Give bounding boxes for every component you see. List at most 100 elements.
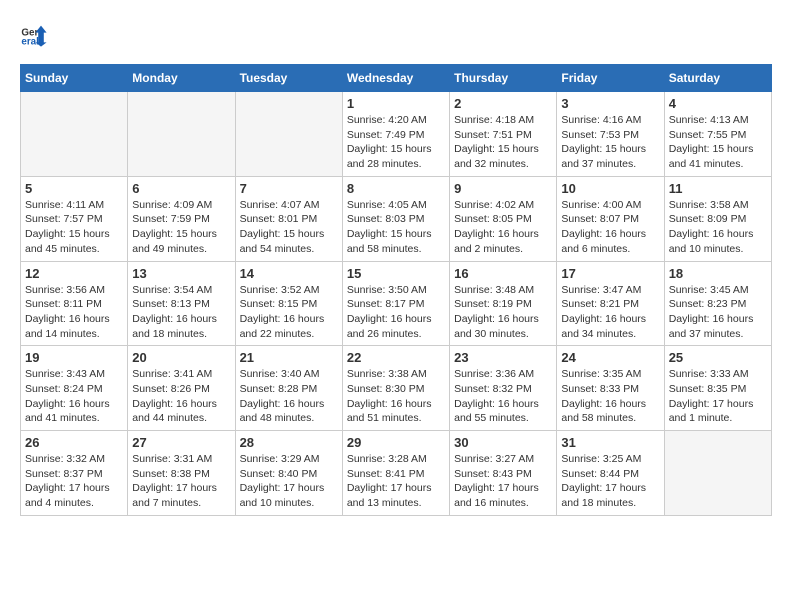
calendar-day-cell: 23 Sunrise: 3:36 AMSunset: 8:32 PMDayligh… — [450, 346, 557, 431]
day-info: Sunrise: 3:27 AMSunset: 8:43 PMDaylight:… — [454, 452, 552, 511]
calendar-table: SundayMondayTuesdayWednesdayThursdayFrid… — [20, 64, 772, 516]
calendar-week-row: 12 Sunrise: 3:56 AMSunset: 8:11 PMDayligh… — [21, 261, 772, 346]
calendar-day-cell: 19Sunrise: 3:43 AMSunset: 8:24 PMDayligh… — [21, 346, 128, 431]
day-number: 13 — [132, 266, 230, 281]
calendar-day-cell: 7 Sunrise: 4:07 AMSunset: 8:01 PMDaylight… — [235, 176, 342, 261]
calendar-day-cell: 22 Sunrise: 3:38 AMSunset: 8:30 PMDayligh… — [342, 346, 449, 431]
day-info: Sunrise: 4:16 AMSunset: 7:53 PMDaylight:… — [561, 113, 659, 172]
calendar-day-cell: 9Sunrise: 4:02 AMSunset: 8:05 PMDaylight… — [450, 176, 557, 261]
day-info: Sunrise: 3:41 AMSunset: 8:26 PMDaylight:… — [132, 367, 230, 426]
calendar-day-cell: 4 Sunrise: 4:13 AMSunset: 7:55 PMDaylight… — [664, 92, 771, 177]
weekday-header-cell: Tuesday — [235, 65, 342, 92]
calendar-day-cell — [21, 92, 128, 177]
day-number: 12 — [25, 266, 123, 281]
day-info: Sunrise: 4:05 AMSunset: 8:03 PMDaylight:… — [347, 198, 445, 257]
calendar-day-cell: 20 Sunrise: 3:41 AMSunset: 8:26 PMDayligh… — [128, 346, 235, 431]
calendar-week-row: 5 Sunrise: 4:11 AMSunset: 7:57 PMDaylight… — [21, 176, 772, 261]
day-info: Sunrise: 3:33 AMSunset: 8:35 PMDaylight:… — [669, 367, 767, 426]
day-info: Sunrise: 3:36 AMSunset: 8:32 PMDaylight:… — [454, 367, 552, 426]
day-number: 7 — [240, 181, 338, 196]
calendar-day-cell: 2 Sunrise: 4:18 AMSunset: 7:51 PMDaylight… — [450, 92, 557, 177]
day-info: Sunrise: 3:31 AMSunset: 8:38 PMDaylight:… — [132, 452, 230, 511]
weekday-header-cell: Friday — [557, 65, 664, 92]
calendar-week-row: 26Sunrise: 3:32 AMSunset: 8:37 PMDayligh… — [21, 431, 772, 516]
calendar-day-cell: 15Sunrise: 3:50 AMSunset: 8:17 PMDayligh… — [342, 261, 449, 346]
calendar-day-cell: 17 Sunrise: 3:47 AMSunset: 8:21 PMDayligh… — [557, 261, 664, 346]
calendar-week-row: 19Sunrise: 3:43 AMSunset: 8:24 PMDayligh… — [21, 346, 772, 431]
day-number: 22 — [347, 350, 445, 365]
day-number: 19 — [25, 350, 123, 365]
day-info: Sunrise: 3:40 AMSunset: 8:28 PMDaylight:… — [240, 367, 338, 426]
day-number: 6 — [132, 181, 230, 196]
day-number: 14 — [240, 266, 338, 281]
day-info: Sunrise: 4:00 AMSunset: 8:07 PMDaylight:… — [561, 198, 659, 257]
calendar-day-cell: 31Sunrise: 3:25 AMSunset: 8:44 PMDayligh… — [557, 431, 664, 516]
calendar-day-cell: 5 Sunrise: 4:11 AMSunset: 7:57 PMDaylight… — [21, 176, 128, 261]
calendar-day-cell — [128, 92, 235, 177]
day-number: 11 — [669, 181, 767, 196]
day-info: Sunrise: 4:18 AMSunset: 7:51 PMDaylight:… — [454, 113, 552, 172]
svg-text:eral: eral — [21, 37, 39, 48]
calendar-day-cell: 1 Sunrise: 4:20 AMSunset: 7:49 PMDaylight… — [342, 92, 449, 177]
day-number: 1 — [347, 96, 445, 111]
day-number: 23 — [454, 350, 552, 365]
day-info: Sunrise: 3:52 AMSunset: 8:15 PMDaylight:… — [240, 283, 338, 342]
calendar-day-cell: 26Sunrise: 3:32 AMSunset: 8:37 PMDayligh… — [21, 431, 128, 516]
calendar-day-cell: 3 Sunrise: 4:16 AMSunset: 7:53 PMDaylight… — [557, 92, 664, 177]
day-info: Sunrise: 3:29 AMSunset: 8:40 PMDaylight:… — [240, 452, 338, 511]
day-number: 21 — [240, 350, 338, 365]
day-number: 3 — [561, 96, 659, 111]
calendar-day-cell: 6 Sunrise: 4:09 AMSunset: 7:59 PMDaylight… — [128, 176, 235, 261]
day-info: Sunrise: 3:28 AMSunset: 8:41 PMDaylight:… — [347, 452, 445, 511]
day-number: 2 — [454, 96, 552, 111]
day-info: Sunrise: 3:38 AMSunset: 8:30 PMDaylight:… — [347, 367, 445, 426]
day-info: Sunrise: 4:09 AMSunset: 7:59 PMDaylight:… — [132, 198, 230, 257]
day-number: 27 — [132, 435, 230, 450]
day-info: Sunrise: 4:11 AMSunset: 7:57 PMDaylight:… — [25, 198, 123, 257]
day-info: Sunrise: 3:56 AMSunset: 8:11 PMDaylight:… — [25, 283, 123, 342]
day-info: Sunrise: 3:32 AMSunset: 8:37 PMDaylight:… — [25, 452, 123, 511]
day-number: 20 — [132, 350, 230, 365]
day-info: Sunrise: 4:13 AMSunset: 7:55 PMDaylight:… — [669, 113, 767, 172]
day-number: 17 — [561, 266, 659, 281]
day-number: 8 — [347, 181, 445, 196]
day-info: Sunrise: 3:54 AMSunset: 8:13 PMDaylight:… — [132, 283, 230, 342]
day-number: 5 — [25, 181, 123, 196]
weekday-header-row: SundayMondayTuesdayWednesdayThursdayFrid… — [21, 65, 772, 92]
day-info: Sunrise: 4:20 AMSunset: 7:49 PMDaylight:… — [347, 113, 445, 172]
weekday-header-cell: Wednesday — [342, 65, 449, 92]
calendar-day-cell: 11Sunrise: 3:58 AMSunset: 8:09 PMDayligh… — [664, 176, 771, 261]
day-number: 29 — [347, 435, 445, 450]
calendar-body: 1 Sunrise: 4:20 AMSunset: 7:49 PMDaylight… — [21, 92, 772, 516]
day-info: Sunrise: 3:48 AMSunset: 8:19 PMDaylight:… — [454, 283, 552, 342]
calendar-day-cell: 30 Sunrise: 3:27 AMSunset: 8:43 PMDayligh… — [450, 431, 557, 516]
calendar-day-cell: 24Sunrise: 3:35 AMSunset: 8:33 PMDayligh… — [557, 346, 664, 431]
calendar-day-cell: 16 Sunrise: 3:48 AMSunset: 8:19 PMDayligh… — [450, 261, 557, 346]
day-number: 24 — [561, 350, 659, 365]
day-info: Sunrise: 3:50 AMSunset: 8:17 PMDaylight:… — [347, 283, 445, 342]
calendar-day-cell: 10 Sunrise: 4:00 AMSunset: 8:07 PMDayligh… — [557, 176, 664, 261]
calendar-day-cell: 18Sunrise: 3:45 AMSunset: 8:23 PMDayligh… — [664, 261, 771, 346]
day-info: Sunrise: 4:07 AMSunset: 8:01 PMDaylight:… — [240, 198, 338, 257]
calendar-day-cell: 25Sunrise: 3:33 AMSunset: 8:35 PMDayligh… — [664, 346, 771, 431]
page-header: Gen eral — [20, 20, 772, 48]
calendar-day-cell: 29 Sunrise: 3:28 AMSunset: 8:41 PMDayligh… — [342, 431, 449, 516]
calendar-day-cell: 14 Sunrise: 3:52 AMSunset: 8:15 PMDayligh… — [235, 261, 342, 346]
day-number: 28 — [240, 435, 338, 450]
calendar-day-cell: 12 Sunrise: 3:56 AMSunset: 8:11 PMDayligh… — [21, 261, 128, 346]
day-number: 10 — [561, 181, 659, 196]
day-info: Sunrise: 3:47 AMSunset: 8:21 PMDaylight:… — [561, 283, 659, 342]
day-info: Sunrise: 3:45 AMSunset: 8:23 PMDaylight:… — [669, 283, 767, 342]
logo-icon: Gen eral — [20, 20, 48, 48]
calendar-day-cell: 8 Sunrise: 4:05 AMSunset: 8:03 PMDaylight… — [342, 176, 449, 261]
day-number: 9 — [454, 181, 552, 196]
calendar-day-cell — [235, 92, 342, 177]
day-info: Sunrise: 3:25 AMSunset: 8:44 PMDaylight:… — [561, 452, 659, 511]
day-number: 16 — [454, 266, 552, 281]
weekday-header-cell: Thursday — [450, 65, 557, 92]
day-number: 30 — [454, 435, 552, 450]
calendar-day-cell — [664, 431, 771, 516]
weekday-header-cell: Monday — [128, 65, 235, 92]
calendar-day-cell: 21 Sunrise: 3:40 AMSunset: 8:28 PMDayligh… — [235, 346, 342, 431]
day-number: 4 — [669, 96, 767, 111]
